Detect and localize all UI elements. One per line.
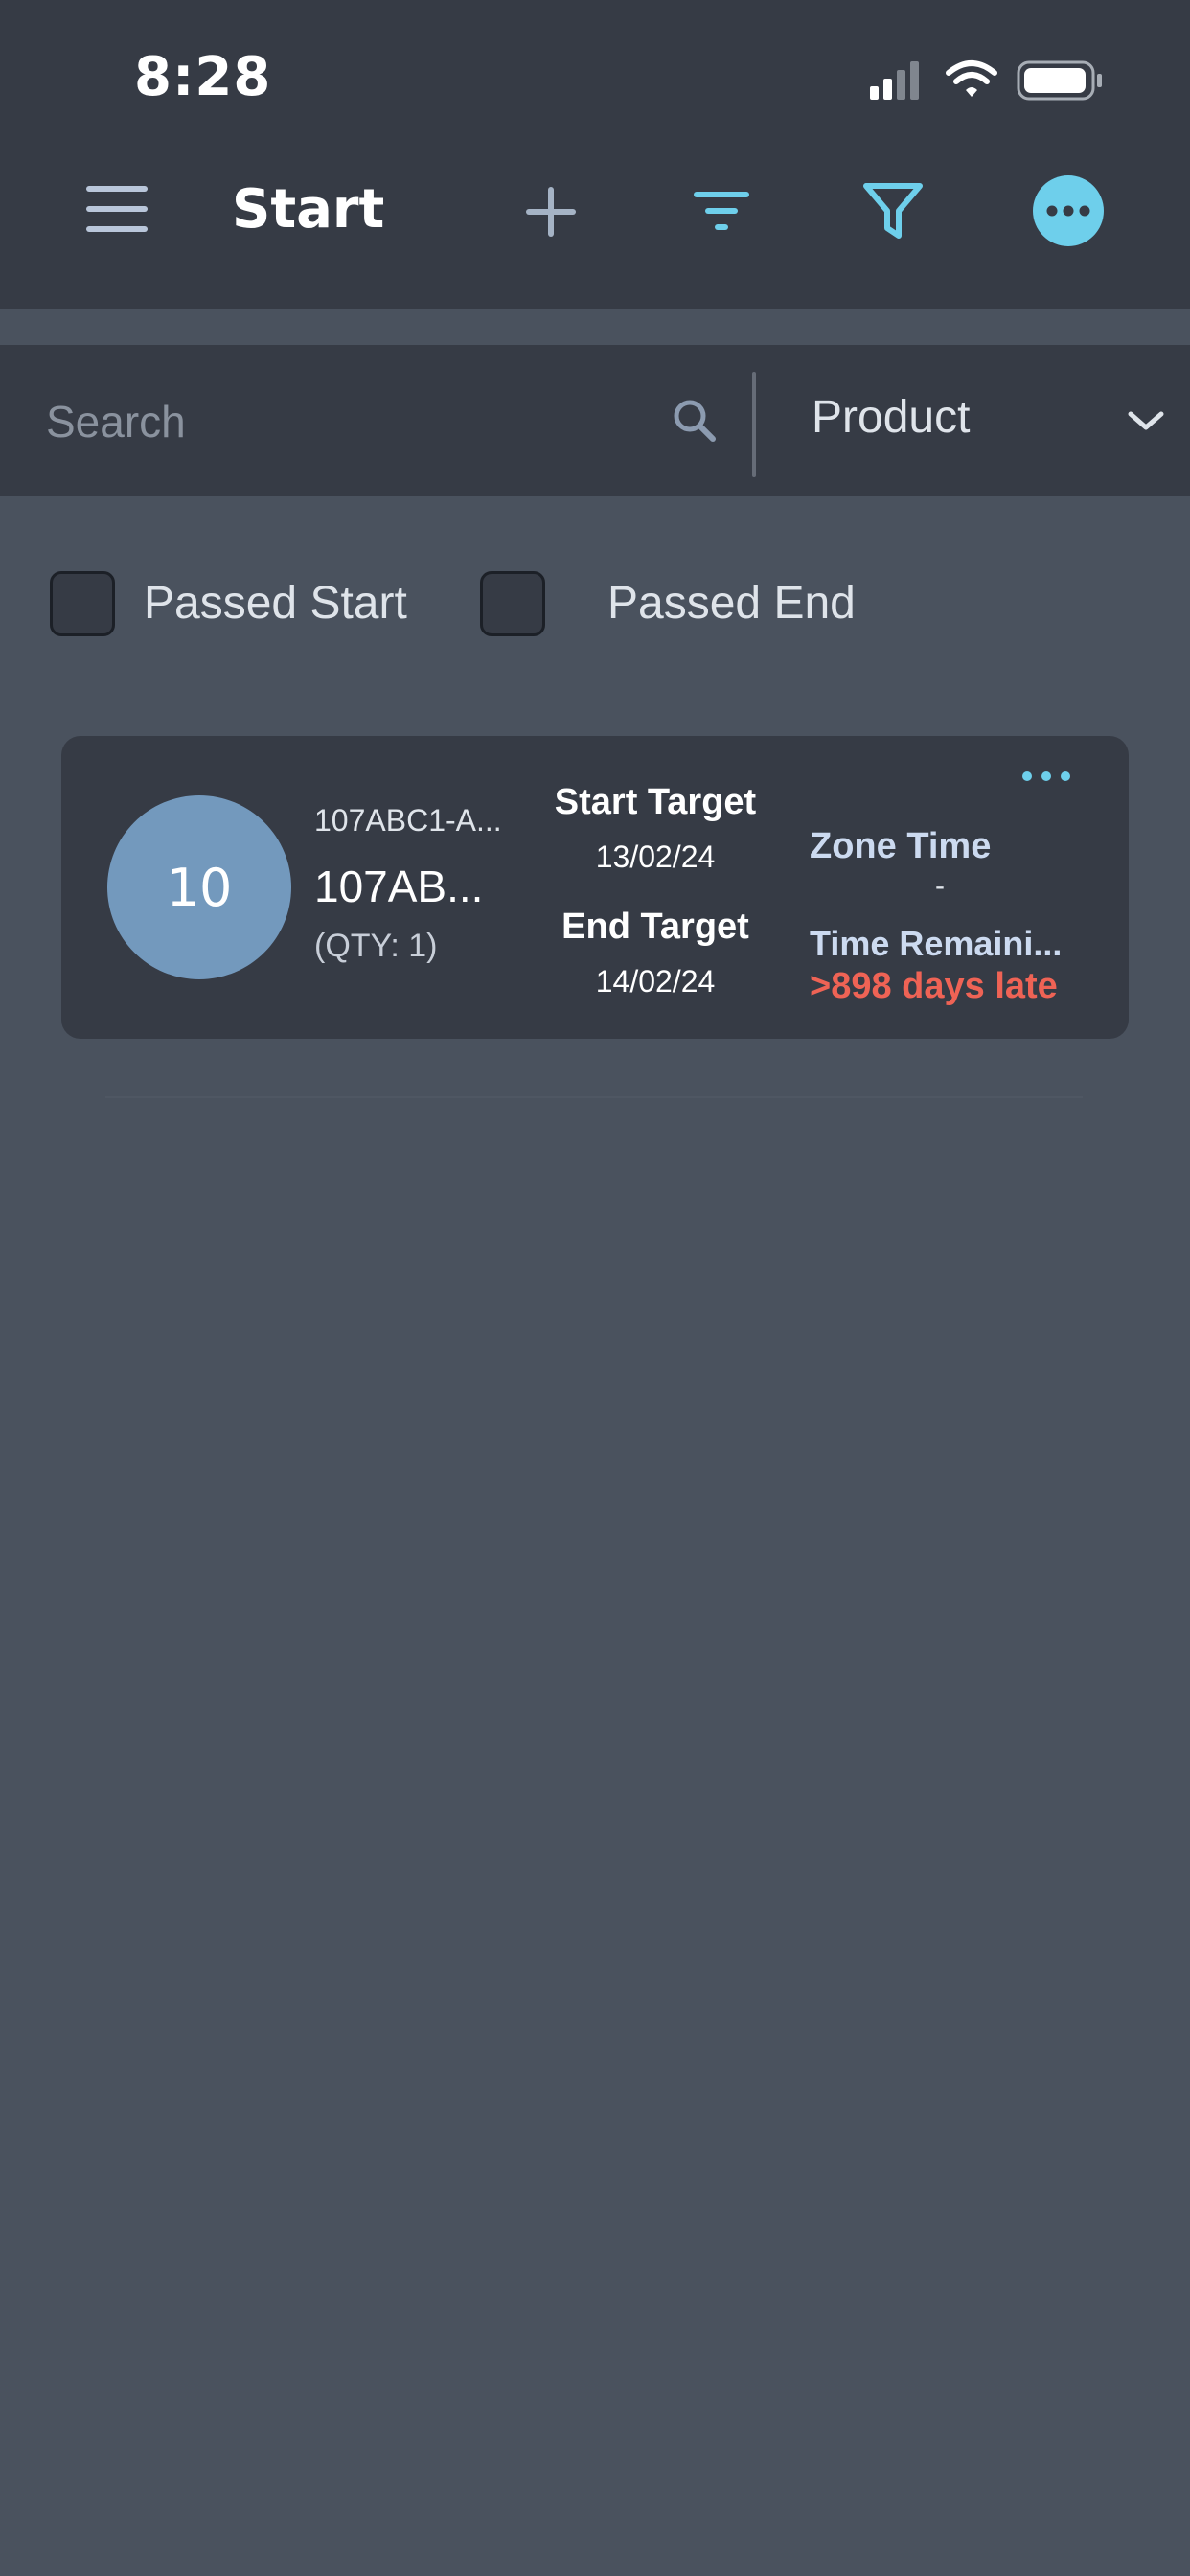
more-dots-icon: [1022, 771, 1070, 781]
product-dropdown[interactable]: Product: [786, 372, 1190, 470]
item-card[interactable]: 10 107ABC1-A... 107AB... (QTY: 1) Start …: [61, 736, 1129, 1039]
page-title: Start: [232, 178, 385, 241]
sort-button[interactable]: [688, 178, 755, 245]
count-badge: 10: [107, 795, 291, 979]
filter-button[interactable]: [857, 174, 929, 247]
filter-checkboxes: Passed Start Passed End: [0, 565, 1190, 642]
passed-end-label: Passed End: [607, 578, 856, 629]
passed-start-checkbox[interactable]: [50, 571, 115, 636]
end-target-label: End Target: [561, 907, 749, 947]
menu-button[interactable]: [80, 172, 153, 245]
item-quantity: (QTY: 1): [314, 928, 438, 964]
passed-start-label: Passed Start: [144, 578, 407, 629]
zone-time-label: Zone Time: [810, 826, 992, 866]
header-separator: [0, 309, 1190, 345]
list-divider: [105, 1096, 1083, 1098]
status-bar: 8:28: [0, 0, 1190, 144]
more-options-button[interactable]: [1033, 175, 1104, 246]
zone-time-value: -: [935, 870, 945, 902]
chevron-down-icon: [1128, 411, 1164, 430]
card-more-button[interactable]: [1018, 767, 1075, 786]
top-app-bar: Start: [0, 144, 1190, 309]
search-icon: [674, 400, 716, 442]
item-name: 107AB...: [314, 862, 484, 911]
status-time: 8:28: [134, 46, 272, 108]
search-bar: Product: [0, 345, 1190, 496]
search-button[interactable]: [671, 397, 719, 445]
add-button[interactable]: [517, 178, 584, 245]
status-icons: [870, 59, 1110, 102]
plus-icon: [526, 187, 576, 237]
item-code: 107ABC1-A...: [314, 803, 502, 838]
status-indicators-icon: [870, 60, 1102, 101]
more-dots-icon: [1046, 205, 1090, 217]
hamburger-menu-icon: [86, 186, 148, 232]
search-input[interactable]: [46, 383, 640, 460]
time-remaining-value: >898 days late: [810, 966, 1058, 1006]
start-target-value: 13/02/24: [595, 840, 716, 874]
passed-end-checkbox[interactable]: [480, 571, 545, 636]
funnel-icon: [863, 183, 923, 239]
sort-lines-icon: [694, 192, 749, 230]
end-target-value: 14/02/24: [595, 964, 716, 999]
time-remaining-label: Time Remaini...: [810, 924, 1063, 963]
start-target-label: Start Target: [554, 782, 757, 822]
product-dropdown-value: Product: [812, 392, 971, 443]
search-divider: [752, 372, 756, 477]
